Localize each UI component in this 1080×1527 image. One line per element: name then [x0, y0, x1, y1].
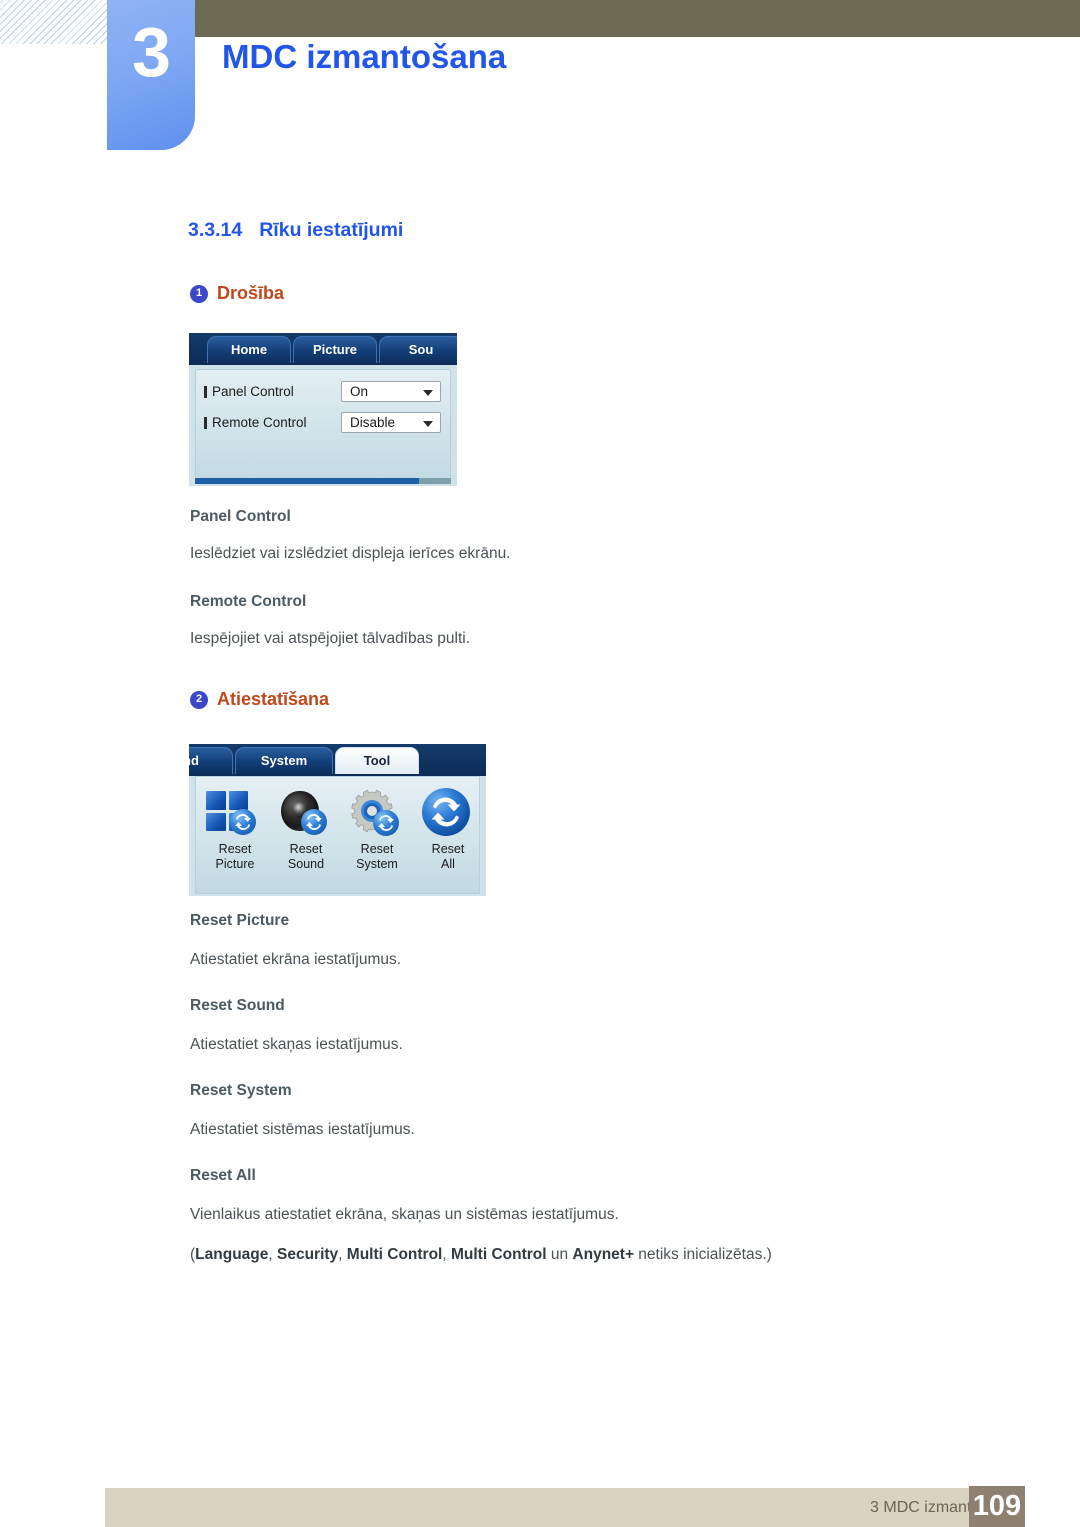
shot1-tab-picture[interactable]: Picture	[293, 336, 377, 363]
reset-all-label-line2: All	[441, 857, 455, 871]
reset-picture-button[interactable]: Reset Picture	[200, 785, 270, 871]
shot1-tab-sound[interactable]: Sou	[379, 336, 457, 363]
desc-reset-all: Vienlaikus atiestatiet ekrāna, skaņas un…	[190, 1206, 619, 1223]
refresh-badge-icon	[373, 810, 399, 836]
shot1-dropdown-remote-control-value: Disable	[350, 415, 396, 430]
page-number: 109	[969, 1486, 1025, 1527]
header-olive-bar	[195, 0, 1080, 37]
reset-sound-icon	[271, 785, 341, 841]
refresh-sphere-icon	[422, 788, 470, 836]
subhead-reset-all: Reset All	[190, 1167, 256, 1184]
reset-system-button[interactable]: Reset System	[342, 785, 412, 871]
shot2-tabstrip: nd System Tool	[189, 744, 486, 776]
note-term-multi-control-2: Multi Control	[450, 1246, 547, 1263]
grid-cell	[228, 791, 248, 810]
subhead-remote-control: Remote Control	[190, 593, 307, 610]
shot1-label-remote-control: Remote Control	[204, 415, 307, 430]
section-number: 3.3.14	[188, 219, 243, 241]
refresh-arrows-icon	[235, 814, 251, 830]
item-badge-2: 2	[190, 690, 208, 709]
note-term-security: Security	[277, 1246, 339, 1263]
chevron-down-icon	[423, 390, 433, 396]
initialization-note: (Language, Security, Multi Control, Mult…	[190, 1246, 772, 1264]
shot2-tab-sound[interactable]: nd	[189, 747, 233, 774]
item-badge-1: 1	[190, 284, 208, 303]
reset-system-icon	[342, 785, 412, 841]
item-label-1: Drošība	[217, 283, 285, 303]
desc-reset-sound: Atiestatiet skaņas iestatījumus.	[190, 1036, 403, 1053]
reset-all-button[interactable]: Reset All	[413, 785, 483, 871]
note-sep: ,	[268, 1246, 277, 1263]
reset-picture-label-line1: Reset	[218, 842, 252, 856]
item-heading-reset: 2 Atiestatīšana	[190, 689, 329, 710]
shot1-panel-body: Panel Control On Remote Control Disable	[195, 369, 451, 481]
refresh-badge-icon	[230, 809, 256, 835]
desc-reset-picture: Atiestatiet ekrāna iestatījumus.	[190, 951, 402, 968]
refresh-badge-icon	[301, 809, 327, 835]
grid-cell	[206, 791, 226, 810]
shot2-panel-body: Reset Picture Reset Sound Reset System R…	[195, 776, 480, 894]
hatch-decoration	[0, 0, 107, 44]
note-mid: un	[546, 1246, 573, 1263]
desc-remote-control: Iespējojiet vai atspējojiet tālvadības p…	[190, 630, 471, 647]
subhead-reset-picture: Reset Picture	[190, 912, 290, 929]
grid-cell	[206, 812, 226, 831]
refresh-arrows-icon	[378, 815, 394, 831]
shot2-tab-system[interactable]: System	[235, 747, 333, 774]
desc-reset-system: Atiestatiet sistēmas iestatījumus.	[190, 1121, 415, 1138]
chapter-tab: 3	[107, 0, 195, 150]
shot1-label-panel-control: Panel Control	[204, 384, 294, 399]
item-label-2: Atiestatīšana	[217, 689, 330, 709]
reset-picture-label-line2: Picture	[215, 857, 255, 871]
security-panel-screenshot: Home Picture Sou Panel Control On Remote…	[189, 333, 457, 486]
refresh-arrows-icon	[306, 814, 322, 830]
shot1-tabstrip: Home Picture Sou	[189, 333, 457, 365]
shot1-tab-home[interactable]: Home	[207, 336, 291, 363]
chevron-down-icon	[423, 421, 433, 427]
shot1-dropdown-remote-control[interactable]: Disable	[341, 412, 441, 433]
item-heading-security: 1 Drošība	[190, 283, 284, 304]
note-term-multi-control-1: Multi Control	[346, 1246, 443, 1263]
note-sep: ,	[338, 1246, 347, 1263]
shot1-dropdown-panel-control[interactable]: On	[341, 381, 441, 402]
subhead-reset-sound: Reset Sound	[190, 997, 285, 1014]
reset-all-icon	[413, 785, 483, 841]
reset-sound-button[interactable]: Reset Sound	[271, 785, 341, 871]
shot1-dropdown-panel-control-value: On	[350, 384, 369, 399]
shot1-status-bar-remainder	[419, 478, 451, 484]
note-term-anynet: Anynet+	[572, 1246, 634, 1263]
reset-system-label-line2: System	[356, 857, 398, 871]
note-sep: ,	[442, 1246, 451, 1263]
subhead-reset-system: Reset System	[190, 1082, 292, 1099]
desc-panel-control: Ieslēdziet vai izslēdziet displeja ierīc…	[190, 545, 511, 562]
chapter-title: MDC izmantošana	[222, 38, 507, 75]
note-tail: netiks inicializētas.)	[634, 1246, 772, 1263]
reset-sound-label-line1: Reset	[289, 842, 323, 856]
shot1-status-bar	[195, 478, 419, 484]
shot2-tab-tool[interactable]: Tool	[335, 747, 419, 774]
note-term-language: Language	[195, 1246, 269, 1263]
section-title: Rīku iestatījumi	[259, 219, 404, 241]
section-heading: 3.3.14 Rīku iestatījumi	[188, 219, 403, 242]
reset-sound-label-line2: Sound	[287, 857, 325, 871]
reset-picture-icon	[200, 785, 270, 841]
subhead-panel-control: Panel Control	[190, 508, 291, 525]
reset-system-label-line1: Reset	[360, 842, 394, 856]
reset-all-label-line1: Reset	[431, 842, 465, 856]
refresh-arrows-icon	[431, 797, 461, 827]
tool-panel-screenshot: nd System Tool	[189, 744, 486, 896]
chapter-number: 3	[132, 13, 171, 91]
